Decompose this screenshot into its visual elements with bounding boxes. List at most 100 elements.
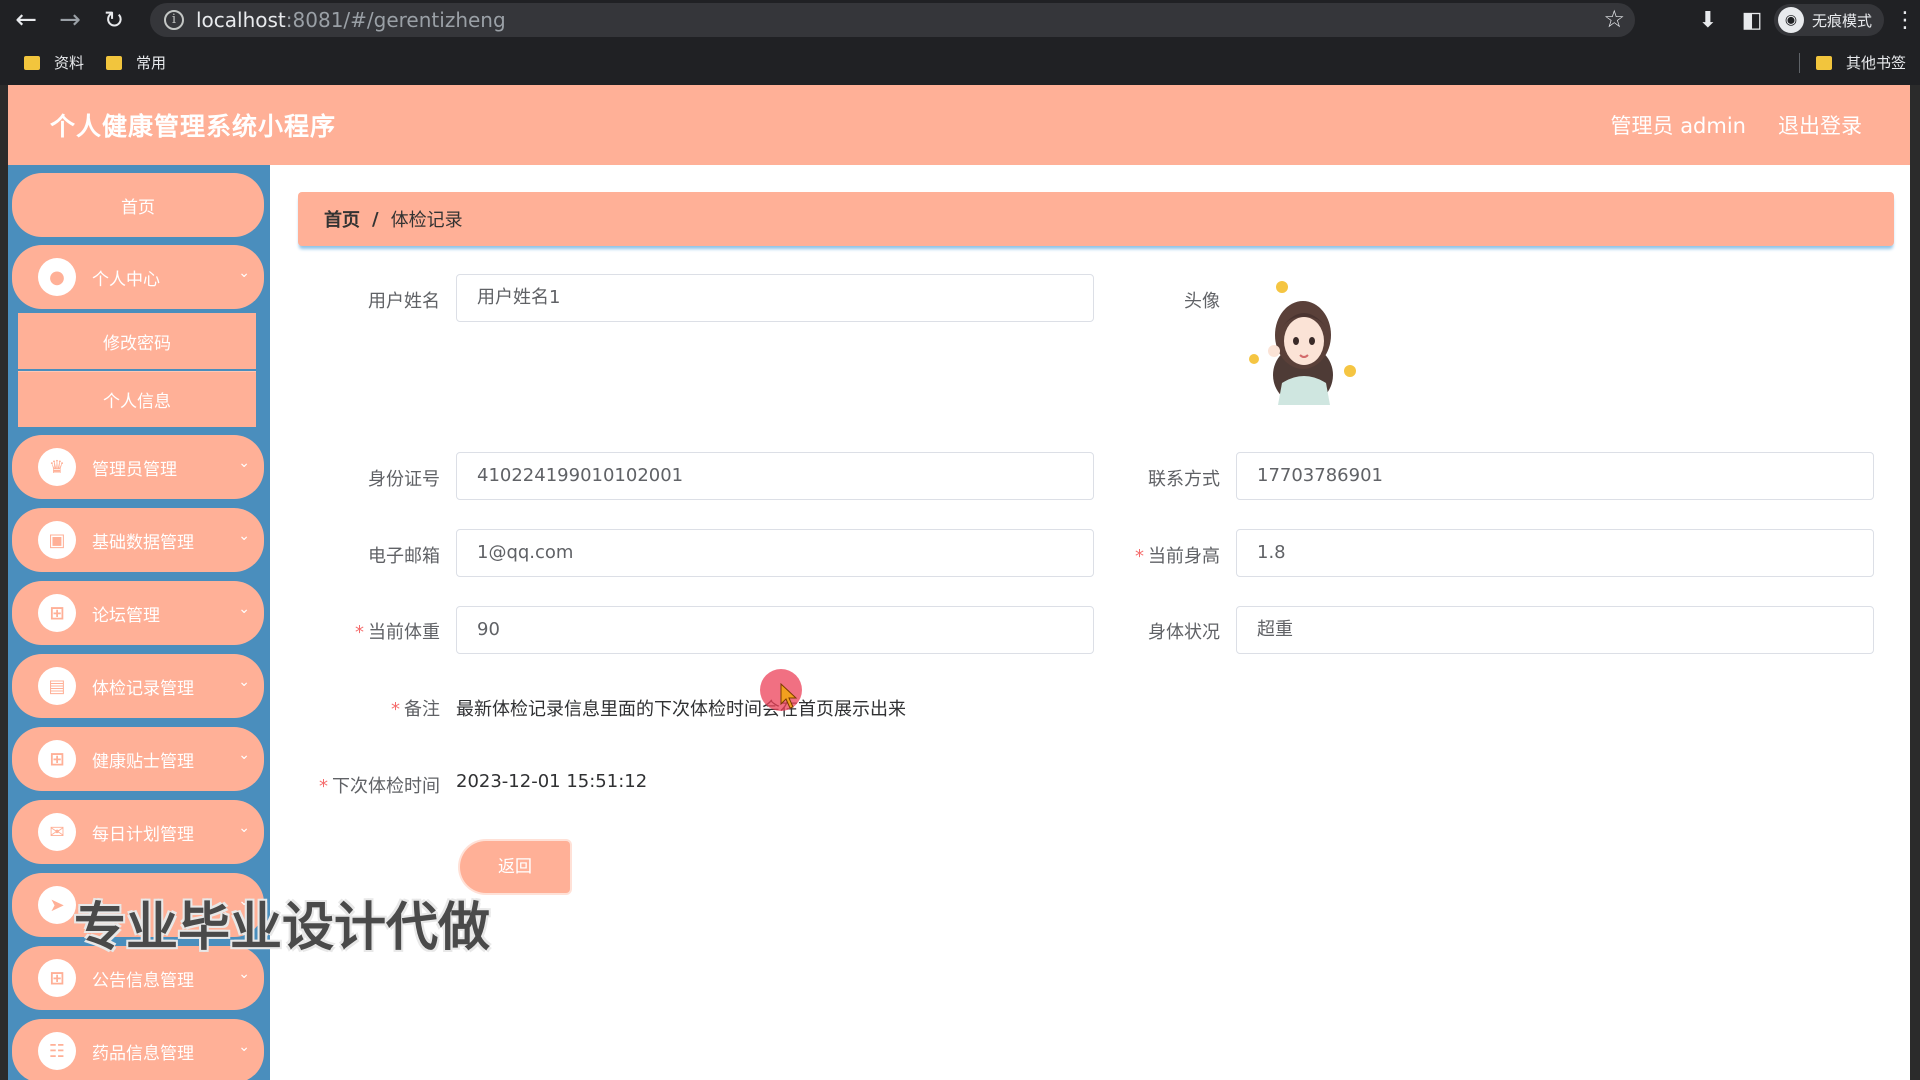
avatar (1249, 281, 1356, 405)
sidebar-item-exam-records[interactable]: ▤ 体检记录管理 ⌄ (12, 654, 264, 718)
breadcrumb-current: 体检记录 (390, 210, 463, 231)
sidebar-item-label: 每日计划管理 (92, 824, 194, 845)
sidebar-item-basic-data[interactable]: ▣ 基础数据管理 ⌄ (12, 508, 264, 572)
sidebar-item-forum[interactable]: ⊞ 论坛管理 ⌄ (12, 581, 264, 645)
bookmarks-bar: 资料 常用 其他书签 (0, 40, 1920, 85)
label-text: 身份证号 (368, 469, 440, 490)
chevron-down-icon: ⌄ (238, 1039, 250, 1055)
height-field[interactable]: 1.8 (1236, 529, 1874, 577)
phone-label: 联系方式 (1020, 465, 1220, 491)
condition-label: 身体状况 (1020, 618, 1220, 644)
folder-icon (24, 55, 40, 70)
bookmark-star-icon[interactable]: ☆ (1603, 5, 1625, 33)
incognito-icon: ◉ (1777, 7, 1804, 33)
submenu-label: 个人信息 (103, 392, 171, 412)
breadcrumb-separator: / (372, 208, 379, 230)
avatar-label: 头像 (1020, 287, 1220, 313)
chevron-down-icon: ⌄ (238, 820, 250, 836)
sidebar-item-label: 论坛管理 (92, 605, 160, 626)
grid-icon: ⊞ (38, 594, 76, 632)
label-text: 当前体重 (368, 622, 440, 643)
back-arrow-icon[interactable]: ← (8, 2, 44, 38)
chevron-down-icon: ⌄ (238, 265, 250, 281)
download-icon[interactable]: ⬇ (1686, 8, 1730, 33)
label-text: 电子邮箱 (368, 546, 440, 567)
admin-icon: ♛ (38, 448, 76, 486)
app-viewport: 个人健康管理系统小程序 管理员 admin 退出登录 首页 ● 个人中心 ⌄ 修… (8, 85, 1910, 1080)
sidebar-item-label: 公告信息管理 (92, 970, 194, 991)
sidebar-item-label: 体检记录管理 (92, 678, 194, 699)
email-field[interactable]: 1@qq.com (456, 529, 1094, 577)
next-exam-value: 2023-12-01 15:51:12 (456, 771, 648, 792)
sidebar-item-medicine[interactable]: ☷ 药品信息管理 ⌄ (12, 1019, 264, 1080)
required-marker: * (1135, 546, 1144, 567)
user-icon: ● (38, 258, 76, 296)
sidebar-item-home[interactable]: 首页 (12, 173, 264, 237)
weight-field[interactable]: 90 (456, 606, 1094, 654)
bookmark-label: 常用 (136, 54, 167, 72)
side-panel-icon[interactable]: ◧ (1730, 8, 1774, 33)
watermark-text: 专业毕业设计代做 (74, 898, 491, 958)
grid-icon: ⊞ (38, 740, 76, 778)
incognito-badge[interactable]: ◉ 无痕模式 (1773, 4, 1884, 36)
sidebar-item-label: 个人中心 (92, 269, 160, 290)
sidebar-item-label: 基础数据管理 (92, 532, 194, 553)
label-text: 备注 (404, 699, 440, 720)
folder-icon (106, 55, 123, 70)
sidebar-item-label: 药品信息管理 (92, 1043, 194, 1064)
remark-label: * 备注 (240, 695, 440, 721)
sidebar-item-label: 首页 (121, 197, 155, 218)
username-field[interactable]: 用户姓名1 (456, 274, 1094, 322)
label-text: 联系方式 (1148, 469, 1220, 490)
sidebar-item-personal-center[interactable]: ● 个人中心 ⌄ (12, 245, 264, 309)
send-icon: ➤ (38, 886, 76, 924)
forward-arrow-icon[interactable]: → (52, 2, 88, 38)
breadcrumb: 首页 / 体检记录 (298, 192, 1894, 246)
required-marker: * (319, 776, 328, 797)
bookmark-label: 资料 (54, 54, 85, 72)
clipboard-icon: ☷ (38, 1032, 76, 1070)
site-info-icon[interactable]: i (164, 10, 184, 30)
sidebar-item-label: 管理员管理 (92, 459, 177, 480)
condition-field[interactable]: 超重 (1236, 606, 1874, 654)
next-exam-label: * 下次体检时间 (240, 772, 440, 798)
id-number-label: 身份证号 (240, 465, 440, 491)
monitor-icon: ▣ (38, 521, 76, 559)
sidebar-item-admin[interactable]: ♛ 管理员管理 ⌄ (12, 435, 264, 499)
label-text: 身体状况 (1148, 622, 1220, 643)
email-label: 电子邮箱 (240, 542, 440, 568)
sidebar-item-health-tips[interactable]: ⊞ 健康贴士管理 ⌄ (12, 727, 264, 791)
required-marker: * (391, 699, 400, 720)
app-title: 个人健康管理系统小程序 (50, 112, 337, 141)
url-host: localhost (196, 8, 286, 32)
submenu-change-password[interactable]: 修改密码 (18, 313, 256, 369)
other-bookmarks[interactable]: 其他书签 (1815, 52, 1906, 73)
address-bar[interactable]: i localhost:8081/#/gerentizheng ☆ (150, 3, 1635, 37)
bookmark-folder-2[interactable]: 常用 (106, 52, 166, 73)
chevron-down-icon: ⌄ (238, 966, 250, 982)
breadcrumb-home[interactable]: 首页 (324, 206, 360, 232)
label-text: 头像 (1184, 291, 1220, 312)
bookmark-folder-1[interactable]: 资料 (24, 52, 84, 73)
url-path: :8081/#/gerentizheng (285, 8, 506, 32)
browser-menu-icon[interactable]: ⋮ (1890, 8, 1920, 33)
message-icon: ✉ (38, 813, 76, 851)
mouse-cursor-icon (780, 683, 798, 709)
label-text: 下次体检时间 (332, 776, 440, 797)
logout-button[interactable]: 退出登录 (1778, 110, 1862, 140)
submenu-label: 修改密码 (103, 333, 171, 354)
chevron-down-icon: ⌄ (238, 601, 250, 617)
chevron-down-icon: ⌄ (238, 747, 250, 763)
other-bookmarks-label: 其他书签 (1845, 54, 1906, 72)
id-number-field[interactable]: 410224199010102001 (456, 452, 1094, 500)
sidebar-item-daily-plan[interactable]: ✉ 每日计划管理 ⌄ (12, 800, 264, 864)
chevron-down-icon: ⌄ (238, 674, 250, 690)
label-text: 用户姓名 (368, 291, 440, 312)
submenu-personal-info[interactable]: 个人信息 (18, 371, 256, 427)
reload-icon[interactable]: ↻ (96, 2, 132, 38)
divider (1798, 52, 1800, 73)
phone-field[interactable]: 17703786901 (1236, 452, 1874, 500)
user-label: 管理员 admin (1610, 114, 1746, 138)
chart-icon: ▤ (38, 667, 76, 705)
sidebar-item-label: 健康贴士管理 (92, 751, 194, 772)
